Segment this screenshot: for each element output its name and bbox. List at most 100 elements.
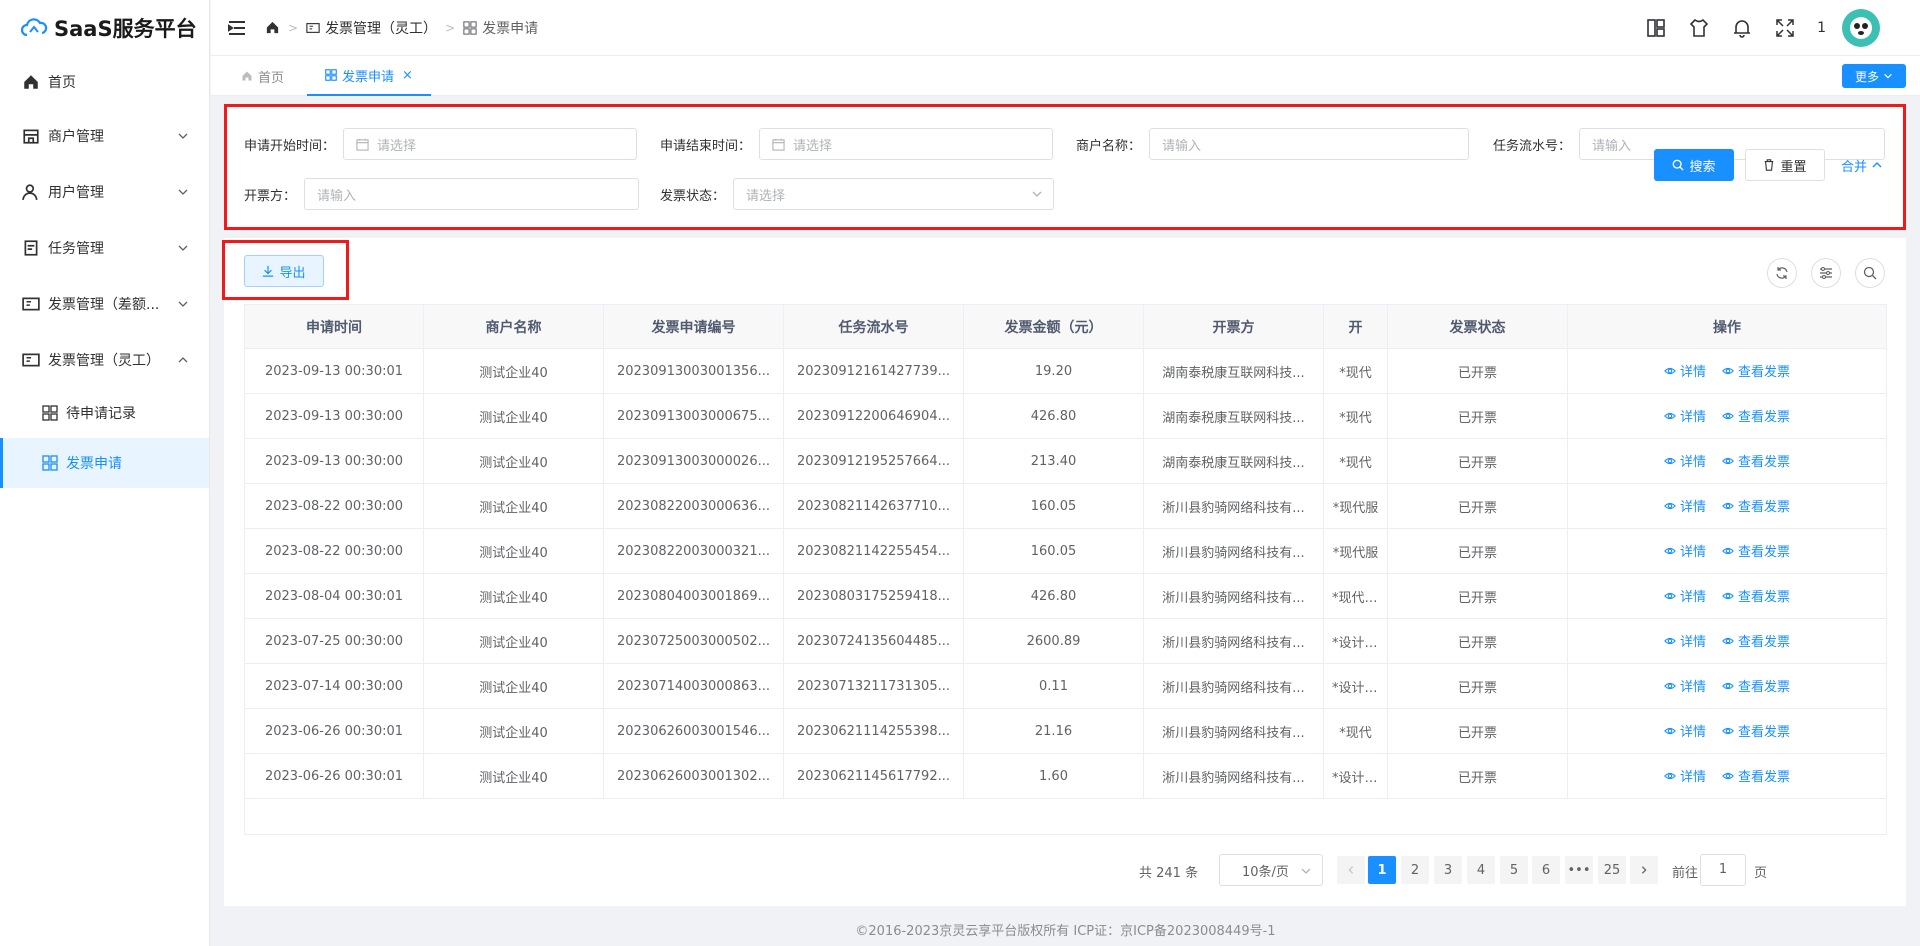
cell-issuer: 淅川县豹骑网络科技有... [1143, 618, 1324, 664]
detail-link[interactable]: 详情 [1664, 631, 1706, 650]
view-invoice-link[interactable]: 查看发票 [1722, 451, 1790, 470]
tab-close-icon[interactable]: × [402, 68, 413, 83]
page-button[interactable]: 5 [1500, 856, 1528, 884]
menu-toggle-icon[interactable] [227, 18, 247, 38]
search-button[interactable]: 搜索 [1654, 149, 1734, 181]
collapse-button[interactable]: 合并 [1841, 149, 1883, 181]
goto-page-input[interactable]: 1 [1700, 854, 1746, 886]
theme-shirt-icon[interactable] [1689, 18, 1709, 38]
chevron-down-icon [178, 301, 188, 307]
detail-link[interactable]: 详情 [1664, 541, 1706, 560]
view-invoice-link[interactable]: 查看发票 [1722, 721, 1790, 740]
toggle-search-button[interactable] [1855, 258, 1885, 288]
detail-link[interactable]: 详情 [1664, 586, 1706, 605]
table-row: 2023-09-13 00:30:01 测试企业40 202309130030013… [244, 348, 1887, 394]
sidebar-item-label: 发票管理（差额... [48, 297, 160, 313]
view-invoice-link[interactable]: 查看发票 [1722, 631, 1790, 650]
detail-link[interactable]: 详情 [1664, 406, 1706, 425]
tab-home[interactable]: 首页 [241, 56, 284, 96]
breadcrumb-level1[interactable]: 发票管理（灵工） [325, 18, 437, 38]
detail-link[interactable]: 详情 [1664, 676, 1706, 695]
page-size-select[interactable]: 10条/页 [1219, 854, 1323, 886]
cell-content: *现代服 [1323, 528, 1388, 574]
page-button[interactable]: 3 [1434, 856, 1462, 884]
detail-link[interactable]: 详情 [1664, 451, 1706, 470]
sidebar-subitem-pending[interactable]: 待申请记录 [0, 388, 209, 438]
issuer-input[interactable]: 请输入 [304, 178, 640, 210]
cell-issuer: 淅川县豹骑网络科技有... [1143, 708, 1324, 754]
sidebar-item-invoice-flex[interactable]: 发票管理（灵工） [0, 332, 209, 388]
view-invoice-link[interactable]: 查看发票 [1722, 676, 1790, 695]
sidebar-item-merchant[interactable]: 商户管理 [0, 108, 209, 164]
cell-content: *现代 [1323, 348, 1388, 394]
bell-icon[interactable] [1732, 18, 1752, 38]
cell-issuer: 湖南泰税康互联网科技... [1143, 393, 1324, 439]
merchant-input[interactable]: 请输入 [1149, 128, 1470, 160]
export-highlight: 导出 [222, 240, 349, 300]
col-task-serial[interactable]: 任务流水号 [783, 304, 964, 349]
table-row: 2023-09-13 00:30:00 测试企业40 202309130030006… [244, 393, 1887, 439]
avatar[interactable] [1842, 9, 1880, 47]
view-invoice-link[interactable]: 查看发票 [1722, 541, 1790, 560]
view-invoice-link-label: 查看发票 [1738, 500, 1791, 516]
reset-button[interactable]: 重置 [1745, 149, 1825, 181]
reset-button-label: 重置 [1780, 159, 1807, 175]
export-button[interactable]: 导出 [244, 255, 324, 287]
sidebar-item-home[interactable]: 首页 [0, 56, 209, 108]
col-issuer[interactable]: 开票方 [1143, 304, 1324, 349]
page-button[interactable]: 1 [1368, 856, 1396, 884]
sidebar-item-users[interactable]: 用户管理 [0, 164, 209, 220]
view-invoice-link[interactable]: 查看发票 [1722, 586, 1790, 605]
detail-link[interactable]: 详情 [1664, 361, 1706, 380]
column-settings-button[interactable] [1811, 258, 1841, 288]
view-invoice-link[interactable]: 查看发票 [1722, 406, 1790, 425]
cell-apply-time: 2023-08-04 00:30:01 [244, 573, 424, 619]
refresh-icon [1776, 267, 1788, 279]
view-invoice-link[interactable]: 查看发票 [1722, 766, 1790, 785]
sidebar-item-invoice-diff[interactable]: 发票管理（差额... [0, 276, 209, 332]
collapse-button-label: 合并 [1841, 159, 1868, 175]
cell-issuer: 淅川县豹骑网络科技有... [1143, 483, 1324, 529]
app-logo[interactable]: SaaS服务平台 [0, 0, 209, 56]
cell-actions: 详情 查看发票 [1567, 663, 1887, 709]
sidebar-item-label: 发票管理（灵工） [48, 353, 160, 369]
col-apply-time[interactable]: 申请时间 [244, 304, 424, 349]
start-time-picker[interactable]: 请选择 [343, 128, 638, 160]
cell-amount: 0.11 [963, 663, 1144, 709]
eye-icon [1664, 637, 1676, 644]
more-tabs-button[interactable]: 更多 [1842, 64, 1906, 88]
layout-icon[interactable] [1646, 18, 1666, 38]
fullscreen-icon[interactable] [1775, 18, 1795, 38]
prev-page-button[interactable] [1337, 856, 1365, 884]
detail-link[interactable]: 详情 [1664, 496, 1706, 515]
page-button[interactable]: 25 [1598, 856, 1626, 884]
top-header: > 发票管理（灵工） > 发票申请 1 [211, 0, 1920, 56]
home-icon[interactable] [265, 20, 280, 35]
view-invoice-link[interactable]: 查看发票 [1722, 496, 1790, 515]
sidebar-subitem-invoice-apply[interactable]: 发票申请 [0, 438, 209, 488]
table-row: 2023-08-22 00:30:00 测试企业40 202308220030006… [244, 483, 1887, 529]
detail-link[interactable]: 详情 [1664, 766, 1706, 785]
detail-link[interactable]: 详情 [1664, 721, 1706, 740]
col-apply-no[interactable]: 发票申请编号 [603, 304, 784, 349]
col-amount[interactable]: 发票金额（元） [963, 304, 1144, 349]
col-status[interactable]: 发票状态 [1387, 304, 1568, 349]
page-button[interactable]: 4 [1467, 856, 1495, 884]
eye-icon [1722, 592, 1734, 599]
sidebar-item-tasks[interactable]: 任务管理 [0, 220, 209, 276]
invoice-icon [22, 297, 40, 311]
cell-merchant: 测试企业40 [423, 663, 604, 709]
status-select[interactable]: 请选择 [733, 178, 1055, 210]
tab-invoice-apply[interactable]: 发票申请 × [307, 56, 431, 96]
page-ellipsis-button[interactable]: ••• [1565, 856, 1593, 884]
view-invoice-link[interactable]: 查看发票 [1722, 361, 1790, 380]
end-time-picker[interactable]: 请选择 [759, 128, 1054, 160]
refresh-button[interactable] [1767, 258, 1797, 288]
cell-amount: 2600.89 [963, 618, 1144, 664]
col-content[interactable]: 开 [1323, 304, 1388, 349]
col-merchant[interactable]: 商户名称 [423, 304, 604, 349]
next-page-button[interactable] [1630, 856, 1658, 884]
page-button[interactable]: 6 [1532, 856, 1560, 884]
page-button[interactable]: 2 [1401, 856, 1429, 884]
table-row: 2023-07-25 00:30:00 测试企业40 202307250030005… [244, 618, 1887, 664]
